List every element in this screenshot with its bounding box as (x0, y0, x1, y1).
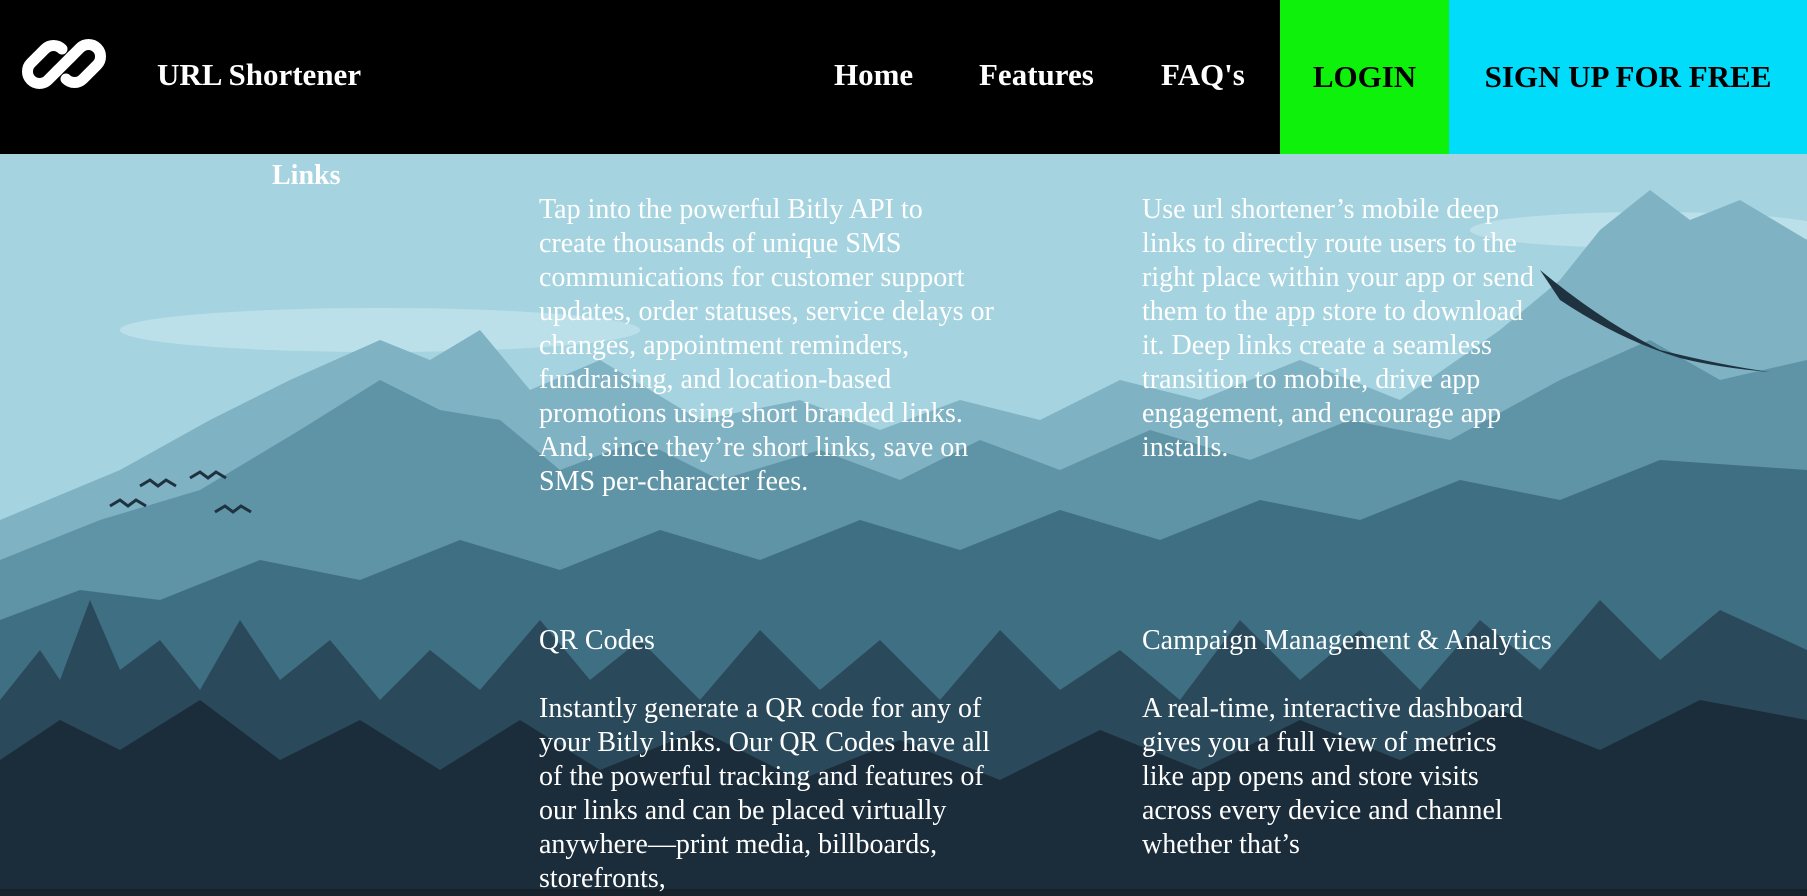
nav-home-link[interactable]: Home (834, 55, 913, 95)
feature-qr-codes-body: Instantly generate a QR code for any of … (539, 693, 991, 894)
signup-button[interactable]: SIGN UP FOR FREE (1449, 0, 1807, 154)
brand-name[interactable]: URL Shortener (157, 55, 361, 95)
top-navbar: URL Shortener Home Features FAQ's LOGIN … (0, 0, 1807, 154)
login-button-label: LOGIN (1312, 59, 1417, 94)
feature-campaign-analytics: Campaign Management & Analytics A real-t… (1142, 624, 1592, 862)
nav-faq-link[interactable]: FAQ's (1161, 55, 1245, 95)
feature-bulk-sms-body: Tap into the powerful Bitly API to creat… (539, 194, 994, 497)
feature-qr-codes: QR Codes Instantly generate a QR code fo… (539, 624, 990, 896)
login-button[interactable]: LOGIN (1280, 0, 1449, 154)
links-label: Links (272, 160, 341, 191)
chain-link-icon[interactable] (18, 18, 110, 110)
feature-campaign-analytics-body: A real-time, interactive dashboard gives… (1142, 693, 1523, 860)
feature-campaign-analytics-title: Campaign Management & Analytics (1142, 625, 1552, 656)
signup-button-label: SIGN UP FOR FREE (1484, 59, 1772, 94)
nav-features-link[interactable]: Features (979, 55, 1094, 95)
feature-qr-codes-title: QR Codes (539, 625, 655, 656)
feature-bulk-sms: Tap into the powerful Bitly API to creat… (539, 193, 994, 499)
feature-deep-links: Use url shortener’s mobile deep links to… (1142, 193, 1592, 465)
feature-deep-links-body: Use url shortener’s mobile deep links to… (1142, 194, 1534, 463)
